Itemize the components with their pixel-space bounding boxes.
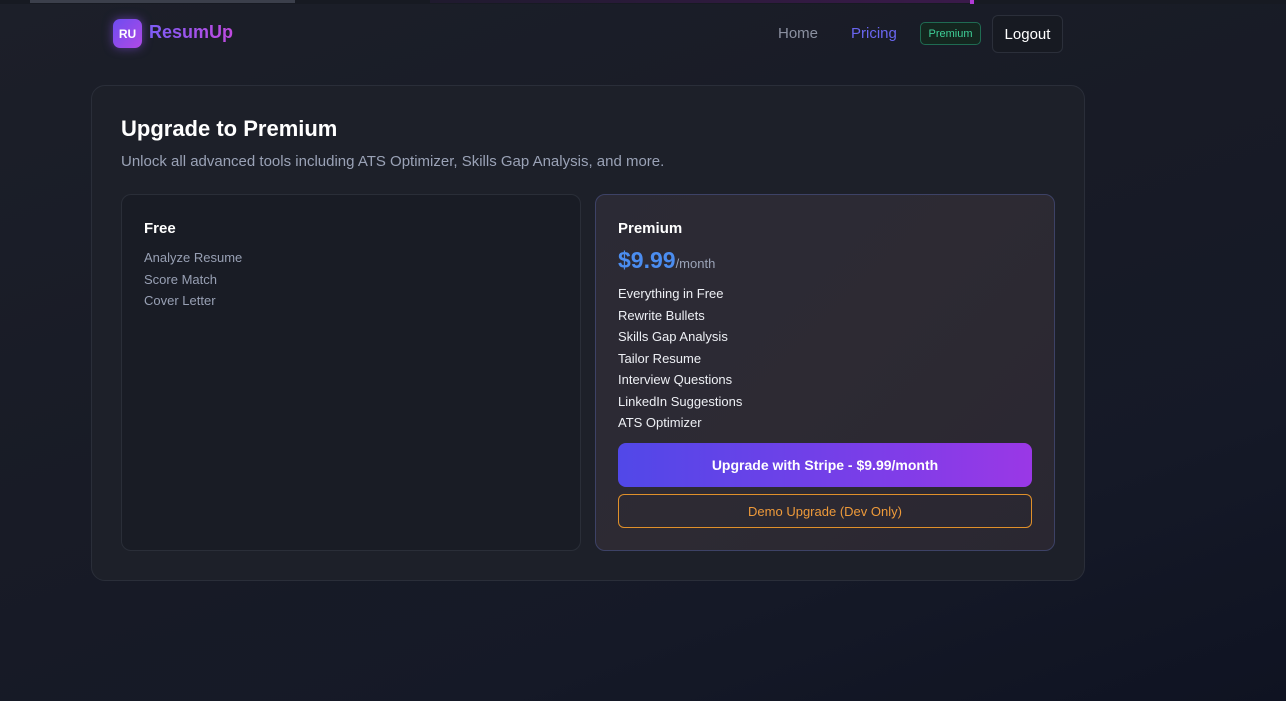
- feature-item: Rewrite Bullets: [618, 307, 705, 323]
- page-subtitle: Unlock all advanced tools including ATS …: [121, 153, 665, 170]
- feature-item: Skills Gap Analysis: [618, 329, 728, 344]
- page-title: Upgrade to Premium: [121, 116, 338, 141]
- feature-list: Everything in Free Rewrite Bullets Skill…: [618, 283, 742, 434]
- price-amount: $9.99: [618, 247, 676, 273]
- feature-item: Tailor Resume: [618, 350, 702, 366]
- feature-item: Score Match: [144, 271, 217, 287]
- logout-button[interactable]: Logout: [992, 15, 1063, 53]
- top-strip-segment: [430, 0, 970, 3]
- feature-item: LinkedIn Suggestions: [618, 393, 743, 409]
- plan-name: Premium: [618, 220, 683, 237]
- feature-list: Analyze Resume Score Match Cover Letter: [144, 247, 242, 312]
- price-period: /month: [675, 256, 716, 271]
- free-plan-card: Free Analyze Resume Score Match Cover Le…: [121, 194, 581, 551]
- logo-badge[interactable]: RU: [113, 19, 142, 48]
- premium-status-badge: Premium: [920, 22, 981, 45]
- nav-home-link[interactable]: Home: [778, 25, 818, 42]
- feature-item: Analyze Resume: [144, 250, 243, 265]
- upgrade-stripe-button[interactable]: Upgrade with Stripe - $9.99/month: [618, 443, 1032, 487]
- nav-pricing-link[interactable]: Pricing: [851, 25, 897, 42]
- browser-top-strip: [0, 0, 1286, 4]
- brand-name[interactable]: ResumUp: [149, 22, 233, 43]
- price: $9.99/month: [618, 247, 715, 274]
- feature-item: ATS Optimizer: [618, 415, 702, 430]
- premium-plan-card: Premium $9.99/month Everything in Free R…: [595, 194, 1055, 551]
- top-strip-segment: [30, 0, 295, 3]
- feature-item: Cover Letter: [144, 293, 216, 308]
- feature-item: Everything in Free: [618, 286, 724, 301]
- demo-upgrade-button[interactable]: Demo Upgrade (Dev Only): [618, 494, 1032, 528]
- plan-name: Free: [144, 220, 176, 237]
- top-strip-segment: [970, 0, 974, 4]
- feature-item: Interview Questions: [618, 372, 733, 387]
